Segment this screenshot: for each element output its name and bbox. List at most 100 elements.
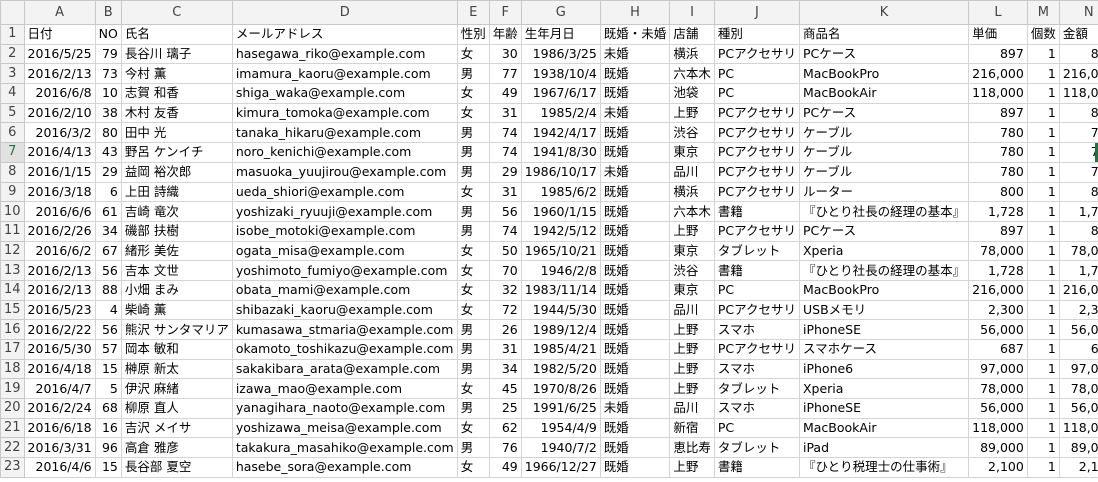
cell-k8[interactable]: ケーブル <box>798 161 970 183</box>
cell-c1[interactable]: 氏名 <box>120 24 233 45</box>
cell-e22[interactable]: 男 <box>456 437 490 459</box>
cell-e9[interactable]: 女 <box>456 181 490 203</box>
cell-i12[interactable]: 東京 <box>669 240 715 262</box>
cell-g16[interactable]: 1989/12/4 <box>520 319 601 340</box>
cell-i8[interactable]: 品川 <box>669 161 715 183</box>
row-header[interactable]: 19 <box>0 378 25 400</box>
cell-i11[interactable]: 上野 <box>669 220 715 242</box>
cell-j20[interactable]: スマホ <box>713 398 800 419</box>
cell-e16[interactable]: 男 <box>456 319 490 340</box>
cell-k19[interactable]: Xperia <box>798 378 970 400</box>
cell-c2[interactable]: 長谷川 璃子 <box>120 43 233 65</box>
row-header[interactable]: 20 <box>0 398 25 419</box>
cell-b23[interactable]: 15 <box>94 457 122 478</box>
cell-i10[interactable]: 六本木 <box>669 201 715 222</box>
cell-f9[interactable]: 31 <box>488 181 522 203</box>
cell-d22[interactable]: takakura_masahiko@example.com <box>231 437 458 459</box>
cell-k22[interactable]: iPad <box>798 437 970 459</box>
cell-j14[interactable]: PC <box>713 279 800 301</box>
cell-b21[interactable]: 16 <box>94 417 122 439</box>
cell-d2[interactable]: hasegawa_riko@example.com <box>231 43 458 65</box>
cell-m8[interactable]: 1 <box>1026 161 1060 183</box>
cell-k18[interactable]: iPhone6 <box>798 358 970 380</box>
cell-k7[interactable]: ケーブル <box>798 142 970 163</box>
cell-e19[interactable]: 女 <box>456 378 490 400</box>
cell-a6[interactable]: 2016/3/2 <box>23 122 96 144</box>
cell-i19[interactable]: 上野 <box>669 378 715 400</box>
cell-h9[interactable]: 既婚 <box>599 181 671 203</box>
cell-m16[interactable]: 1 <box>1026 319 1060 340</box>
cell-n3[interactable]: 216,000 <box>1058 63 1098 85</box>
column-header-b[interactable]: B <box>94 0 122 25</box>
cell-n23[interactable]: 2,100 <box>1058 457 1098 478</box>
column-header-k[interactable]: K <box>798 0 970 25</box>
cell-h11[interactable]: 既婚 <box>599 220 671 242</box>
cell-m10[interactable]: 1 <box>1026 201 1060 222</box>
cell-g6[interactable]: 1942/4/17 <box>520 122 601 144</box>
cell-l4[interactable]: 118,000 <box>968 83 1028 104</box>
cell-f21[interactable]: 62 <box>488 417 522 439</box>
cell-e18[interactable]: 男 <box>456 358 490 380</box>
cell-a18[interactable]: 2016/4/18 <box>23 358 96 380</box>
cell-m23[interactable]: 1 <box>1026 457 1060 478</box>
row-header[interactable]: 12 <box>0 240 25 262</box>
cell-h22[interactable]: 既婚 <box>599 437 671 459</box>
cell-l7[interactable]: 780 <box>968 142 1028 163</box>
cell-l18[interactable]: 97,000 <box>968 358 1028 380</box>
cell-g12[interactable]: 1965/10/21 <box>520 240 601 262</box>
cell-a14[interactable]: 2016/2/13 <box>23 279 96 301</box>
cell-l20[interactable]: 56,000 <box>968 398 1028 419</box>
cell-c8[interactable]: 益岡 裕次郎 <box>120 161 233 183</box>
cell-g10[interactable]: 1960/1/15 <box>520 201 601 222</box>
row-header[interactable]: 2 <box>0 43 25 65</box>
cell-d10[interactable]: yoshizaki_ryuuji@example.com <box>231 201 458 222</box>
cell-h8[interactable]: 未婚 <box>599 161 671 183</box>
cell-n4[interactable]: 118,000 <box>1058 83 1098 104</box>
cell-b13[interactable]: 56 <box>94 260 122 281</box>
cell-k1[interactable]: 商品名 <box>798 24 970 45</box>
cell-i15[interactable]: 品川 <box>669 299 715 321</box>
cell-a13[interactable]: 2016/2/13 <box>23 260 96 281</box>
column-header-i[interactable]: I <box>669 0 715 25</box>
cell-e14[interactable]: 女 <box>456 279 490 301</box>
cell-i21[interactable]: 新宿 <box>669 417 715 439</box>
cell-a23[interactable]: 2016/4/6 <box>23 457 96 478</box>
cell-f20[interactable]: 25 <box>488 398 522 419</box>
cell-l5[interactable]: 897 <box>968 102 1028 124</box>
cell-k4[interactable]: MacBookAir <box>798 83 970 104</box>
cell-d1[interactable]: メールアドレス <box>231 24 458 45</box>
row-header[interactable]: 1 <box>0 24 25 45</box>
cell-k16[interactable]: iPhoneSE <box>798 319 970 340</box>
cell-f3[interactable]: 77 <box>488 63 522 85</box>
cell-f6[interactable]: 74 <box>488 122 522 144</box>
cell-c18[interactable]: 榊原 新太 <box>120 358 233 380</box>
cell-e5[interactable]: 女 <box>456 102 490 124</box>
cell-b22[interactable]: 96 <box>94 437 122 459</box>
cell-k2[interactable]: PCケース <box>798 43 970 65</box>
cell-g14[interactable]: 1983/11/14 <box>520 279 601 301</box>
cell-n6[interactable]: 780 <box>1058 122 1098 144</box>
cell-i17[interactable]: 上野 <box>669 339 715 360</box>
cell-m20[interactable]: 1 <box>1026 398 1060 419</box>
cell-d21[interactable]: yoshizawa_meisa@example.com <box>231 417 458 439</box>
cell-g13[interactable]: 1946/2/8 <box>520 260 601 281</box>
cell-j8[interactable]: PCアクセサリ <box>713 161 800 183</box>
cell-f5[interactable]: 31 <box>488 102 522 124</box>
cell-n9[interactable]: 800 <box>1058 181 1098 203</box>
cell-m5[interactable]: 1 <box>1026 102 1060 124</box>
cell-n1[interactable]: 金額 <box>1058 24 1098 45</box>
cell-c10[interactable]: 吉崎 竜次 <box>120 201 233 222</box>
cell-b17[interactable]: 57 <box>94 339 122 360</box>
cell-g19[interactable]: 1970/8/26 <box>520 378 601 400</box>
cell-d12[interactable]: ogata_misa@example.com <box>231 240 458 262</box>
cell-i16[interactable]: 上野 <box>669 319 715 340</box>
cell-d20[interactable]: yanagihara_naoto@example.com <box>231 398 458 419</box>
cell-e20[interactable]: 男 <box>456 398 490 419</box>
cell-a16[interactable]: 2016/2/22 <box>23 319 96 340</box>
cell-k10[interactable]: 『ひとり社長の経理の基本』 <box>798 201 970 222</box>
cell-m7[interactable]: 1 <box>1026 142 1060 163</box>
row-header[interactable]: 8 <box>0 161 25 183</box>
cell-f10[interactable]: 56 <box>488 201 522 222</box>
cell-m6[interactable]: 1 <box>1026 122 1060 144</box>
cell-j7[interactable]: PCアクセサリ <box>713 142 800 163</box>
